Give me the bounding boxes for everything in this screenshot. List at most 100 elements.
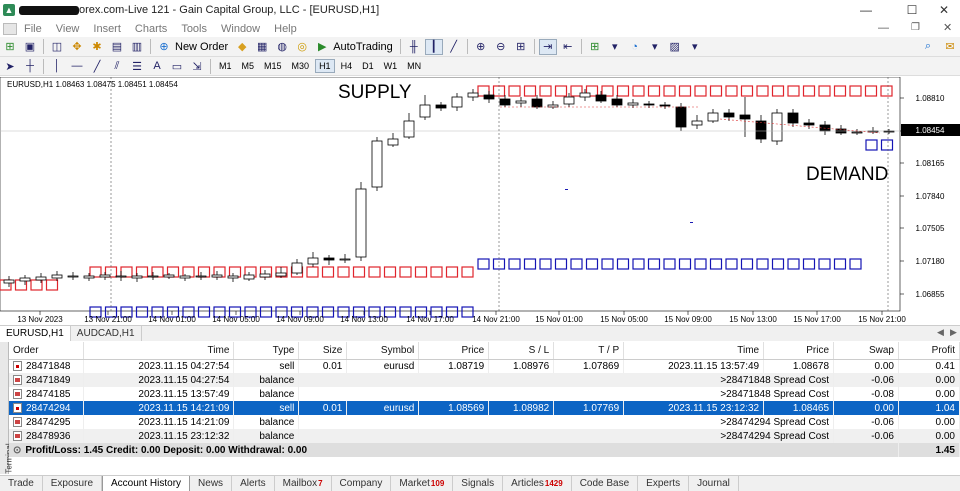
col-symbol[interactable]: Symbol bbox=[346, 342, 420, 360]
menu-tools[interactable]: Tools bbox=[174, 23, 214, 35]
menu-view[interactable]: View bbox=[49, 23, 87, 35]
text-icon[interactable]: A bbox=[148, 58, 166, 74]
new-order-icon[interactable]: ⊕ bbox=[155, 39, 173, 55]
strategy-tester-icon[interactable]: ▥ bbox=[128, 39, 146, 55]
tile-windows-icon[interactable]: ⊞ bbox=[512, 39, 530, 55]
candlestick-chart-canvas[interactable]: EURUSD,H1 1.08463 1.08475 1.08451 1.0845… bbox=[0, 76, 960, 325]
periods-icon[interactable]: ◔ bbox=[626, 39, 644, 55]
tab-news[interactable]: News bbox=[190, 476, 233, 491]
close-button[interactable]: ✕ bbox=[928, 0, 960, 20]
profiles-icon[interactable]: ▣ bbox=[21, 39, 39, 55]
tab-experts[interactable]: Experts bbox=[638, 476, 690, 491]
col-profit[interactable]: Profit bbox=[898, 342, 960, 360]
signals-icon[interactable]: ▦ bbox=[253, 39, 271, 55]
timeframe-m1[interactable]: M1 bbox=[215, 59, 236, 73]
col-type[interactable]: Type bbox=[233, 342, 300, 360]
chart-shift-icon[interactable]: ⇤ bbox=[559, 39, 577, 55]
timeframe-d1[interactable]: D1 bbox=[358, 59, 378, 73]
col-time[interactable]: Time bbox=[83, 342, 235, 360]
menu-charts[interactable]: Charts bbox=[128, 23, 174, 35]
maximize-button[interactable]: ☐ bbox=[896, 0, 928, 20]
minimize-button[interactable]: — bbox=[850, 0, 882, 20]
chart-tab-audcad[interactable]: AUDCAD,H1 bbox=[71, 326, 142, 341]
chart-tab-eurusd[interactable]: EURUSD,H1 bbox=[0, 326, 71, 341]
autotrading-icon[interactable]: ▶ bbox=[313, 39, 331, 55]
close-child-icon[interactable]: ✕ bbox=[943, 21, 952, 34]
timeframe-mn[interactable]: MN bbox=[403, 59, 425, 73]
text-label-icon[interactable]: ▭ bbox=[168, 58, 186, 74]
terminal-icon[interactable]: ▤ bbox=[108, 39, 126, 55]
col-price[interactable]: Price bbox=[418, 342, 490, 360]
timeframe-m5[interactable]: M5 bbox=[238, 59, 259, 73]
zoom-out-icon[interactable]: ⊖ bbox=[492, 39, 510, 55]
new-chart-icon[interactable]: ⊞ bbox=[1, 39, 19, 55]
tab-trade[interactable]: Trade bbox=[0, 476, 43, 491]
restore-child-icon[interactable]: ❐ bbox=[911, 22, 920, 33]
new-order-button[interactable]: New Order bbox=[175, 41, 228, 53]
menu-window[interactable]: Window bbox=[214, 23, 267, 35]
auto-scroll-icon[interactable]: ⇥ bbox=[538, 38, 557, 55]
candlestick-chart-icon[interactable]: ┃ bbox=[424, 38, 443, 55]
metaeditor-icon[interactable]: ◆ bbox=[233, 39, 251, 55]
chart-window-icon[interactable] bbox=[3, 22, 17, 35]
table-row[interactable]: 28474185 2023.11.15 13:57:49 balance >28… bbox=[9, 387, 960, 401]
templates-dropdown-icon[interactable]: ▾ bbox=[686, 39, 704, 55]
crosshair-icon[interactable]: ┼ bbox=[21, 58, 39, 74]
vertical-line-icon[interactable]: │ bbox=[48, 58, 66, 74]
tab-mailbox[interactable]: Mailbox7 bbox=[275, 476, 332, 491]
menu-help[interactable]: Help bbox=[267, 23, 304, 35]
horizontal-line-icon[interactable]: — bbox=[68, 58, 86, 74]
tab-scroll-right-icon[interactable]: ▶ bbox=[950, 327, 957, 338]
timeframe-m30[interactable]: M30 bbox=[288, 59, 314, 73]
trend-line-icon[interactable]: ╱ bbox=[88, 58, 106, 74]
menu-file[interactable]: File bbox=[17, 23, 49, 35]
tab-signals[interactable]: Signals bbox=[453, 476, 504, 491]
tab-code-base[interactable]: Code Base bbox=[572, 476, 639, 491]
chat-icon[interactable]: ✉ bbox=[941, 39, 959, 55]
search-icon[interactable]: ⌕ bbox=[919, 39, 937, 55]
table-row[interactable]: 28478936 2023.11.15 23:12:32 balance >28… bbox=[9, 429, 960, 443]
timeframe-m15[interactable]: M15 bbox=[260, 59, 286, 73]
vps-icon[interactable]: ◎ bbox=[293, 39, 311, 55]
col-close-price[interactable]: Price bbox=[763, 342, 835, 360]
tab-journal[interactable]: Journal bbox=[689, 476, 739, 491]
periods-dropdown-icon[interactable]: ▾ bbox=[646, 39, 664, 55]
timeframe-w1[interactable]: W1 bbox=[380, 59, 402, 73]
templates-icon[interactable]: ▨ bbox=[666, 39, 684, 55]
table-row-selected[interactable]: 28474294 2023.11.15 14:21:09 sell 0.01 e… bbox=[9, 401, 960, 415]
equidistant-channel-icon[interactable]: ⫽ bbox=[108, 58, 126, 74]
arrows-icon[interactable]: ⇲ bbox=[188, 58, 206, 74]
tab-account-history[interactable]: Account History bbox=[102, 476, 191, 491]
timeframe-h4[interactable]: H4 bbox=[337, 59, 357, 73]
col-sl[interactable]: S / L bbox=[488, 342, 555, 360]
timeframe-h1[interactable]: H1 bbox=[315, 59, 335, 73]
col-swap[interactable]: Swap bbox=[833, 342, 899, 360]
autotrading-button[interactable]: AutoTrading bbox=[333, 41, 393, 53]
tab-alerts[interactable]: Alerts bbox=[232, 476, 275, 491]
tab-company[interactable]: Company bbox=[332, 476, 392, 491]
cursor-icon[interactable]: ➤ bbox=[1, 58, 19, 74]
price-chart[interactable]: EURUSD,H1 1.08463 1.08475 1.08451 1.0845… bbox=[0, 76, 960, 325]
data-window-icon[interactable]: ✥ bbox=[68, 39, 86, 55]
zoom-in-icon[interactable]: ⊕ bbox=[472, 39, 490, 55]
terminal-sidebar[interactable]: Terminal bbox=[0, 342, 14, 474]
col-size[interactable]: Size bbox=[298, 342, 348, 360]
col-close-time[interactable]: Time bbox=[623, 342, 765, 360]
market-watch-icon[interactable]: ◫ bbox=[48, 39, 66, 55]
col-tp[interactable]: T / P bbox=[553, 342, 625, 360]
tab-scroll-left-icon[interactable]: ◀ bbox=[937, 327, 944, 338]
fibonacci-icon[interactable]: ☰ bbox=[128, 58, 146, 74]
minimize-child-icon[interactable]: — bbox=[878, 22, 889, 34]
line-chart-icon[interactable]: ╱ bbox=[445, 39, 463, 55]
table-row[interactable]: 28471849 2023.11.15 04:27:54 balance >28… bbox=[9, 373, 960, 387]
tab-articles[interactable]: Articles1429 bbox=[503, 476, 572, 491]
indicators-dropdown-icon[interactable]: ▾ bbox=[606, 39, 624, 55]
col-order[interactable]: Order bbox=[9, 342, 85, 360]
menu-insert[interactable]: Insert bbox=[86, 23, 128, 35]
tab-exposure[interactable]: Exposure bbox=[43, 476, 103, 491]
tab-market[interactable]: Market109 bbox=[391, 476, 454, 491]
table-row[interactable]: 28474295 2023.11.15 14:21:09 balance >28… bbox=[9, 415, 960, 429]
market-icon[interactable]: ◍ bbox=[273, 39, 291, 55]
indicators-icon[interactable]: ⊞ bbox=[586, 39, 604, 55]
bar-chart-icon[interactable]: ╫ bbox=[405, 39, 423, 55]
